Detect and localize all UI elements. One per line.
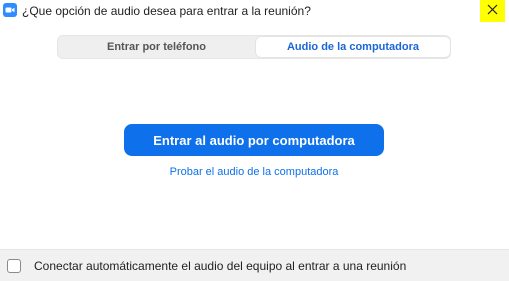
- tab-computer-audio[interactable]: Audio de la computadora: [255, 36, 451, 58]
- title-bar: ¿Que opción de audio desea para entrar a…: [0, 0, 509, 24]
- audio-options-dialog: ¿Que opción de audio desea para entrar a…: [0, 0, 509, 281]
- close-icon: [487, 2, 498, 20]
- dialog-title: ¿Que opción de audio desea para entrar a…: [22, 4, 311, 18]
- video-camera-icon: [3, 3, 17, 17]
- join-computer-audio-button[interactable]: Entrar al audio por computadora: [124, 124, 384, 156]
- footer: Conectar automáticamente el audio del eq…: [0, 249, 509, 281]
- auto-connect-label[interactable]: Conectar automáticamente el audio del eq…: [34, 259, 406, 273]
- tab-phone[interactable]: Entrar por teléfono: [58, 36, 255, 58]
- test-computer-audio-link[interactable]: Probar el audio de la computadora: [124, 166, 384, 178]
- audio-mode-tabs: Entrar por teléfono Audio de la computad…: [57, 35, 451, 59]
- auto-connect-checkbox[interactable]: [7, 259, 21, 273]
- close-button[interactable]: [480, 0, 505, 22]
